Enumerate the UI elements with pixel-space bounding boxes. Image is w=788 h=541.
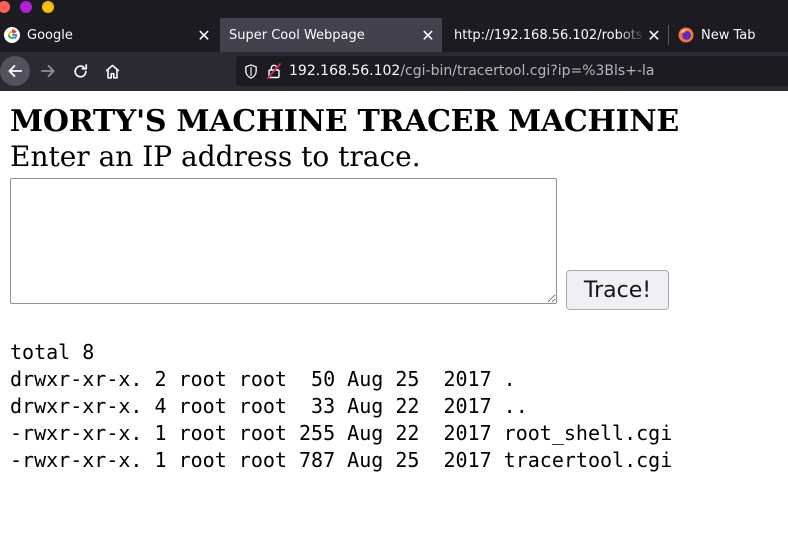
output-line: -rwxr-xr-x. 1 root root 255 Aug 22 2017 … (10, 421, 673, 445)
close-window-button[interactable] (0, 1, 10, 13)
tab-label: New Tab (701, 27, 756, 43)
close-tab-icon[interactable]: ✕ (646, 26, 662, 45)
output-line: -rwxr-xr-x. 1 root root 787 Aug 25 2017 … (10, 448, 673, 472)
insecure-lock-icon[interactable] (267, 63, 281, 79)
address-bar[interactable]: 192.168.56.102/cgi-bin/tracertool.cgi?ip… (236, 56, 788, 86)
ip-prompt-text: Enter an IP address to trace. (10, 140, 421, 173)
maximize-window-button[interactable] (42, 1, 54, 13)
google-icon (4, 27, 20, 43)
tab-bar: Google ✕ Super Cool Webpage ✕ http://192… (0, 18, 788, 52)
tab-google[interactable]: Google ✕ (0, 18, 218, 52)
forward-button[interactable] (33, 56, 63, 86)
page-content: MORTY'S MACHINE TRACER MACHINE Enter an … (10, 91, 788, 541)
back-button[interactable] (0, 56, 30, 86)
tab-robots-txt[interactable]: http://192.168.56.102/robots.txt ✕ (444, 18, 666, 52)
tab-label: Google (27, 27, 73, 43)
tab-separator (668, 25, 669, 45)
url-text: 192.168.56.102/cgi-bin/tracertool.cgi?ip… (289, 63, 654, 79)
forward-arrow-icon (40, 65, 55, 77)
page-title: MORTY'S MACHINE TRACER MACHINE (10, 104, 679, 139)
reload-icon (73, 63, 87, 78)
tab-label: http://192.168.56.102/robots.txt (454, 27, 646, 43)
reload-button[interactable] (65, 56, 95, 86)
ip-address-input[interactable] (10, 178, 557, 304)
tracking-shield-icon[interactable] (244, 63, 258, 79)
window-titlebar (0, 0, 788, 18)
tab-super-cool-webpage[interactable]: Super Cool Webpage ✕ (220, 18, 442, 52)
navigation-toolbar: 192.168.56.102/cgi-bin/tracertool.cgi?ip… (0, 52, 788, 91)
home-icon (105, 64, 119, 79)
output-line: drwxr-xr-x. 2 root root 50 Aug 25 2017 . (10, 367, 516, 391)
firefox-icon (678, 27, 694, 43)
url-path: /cgi-bin/tracertool.cgi?ip=%3Bls+-la (400, 63, 655, 79)
command-output: total 8 drwxr-xr-x. 2 root root 50 Aug 25… (10, 339, 672, 474)
url-host: 192.168.56.102 (289, 63, 401, 79)
output-line: drwxr-xr-x. 4 root root 33 Aug 22 2017 .… (10, 394, 528, 418)
minimize-window-button[interactable] (20, 1, 32, 13)
close-tab-icon[interactable]: ✕ (196, 26, 212, 45)
output-line: total 8 (10, 340, 95, 364)
home-button[interactable] (97, 56, 127, 86)
trace-button[interactable]: Trace! (566, 270, 669, 310)
close-tab-icon[interactable]: ✕ (420, 26, 436, 45)
tab-new-tab[interactable]: New Tab (670, 18, 788, 52)
back-arrow-icon (8, 65, 23, 77)
tab-label: Super Cool Webpage (229, 27, 365, 43)
